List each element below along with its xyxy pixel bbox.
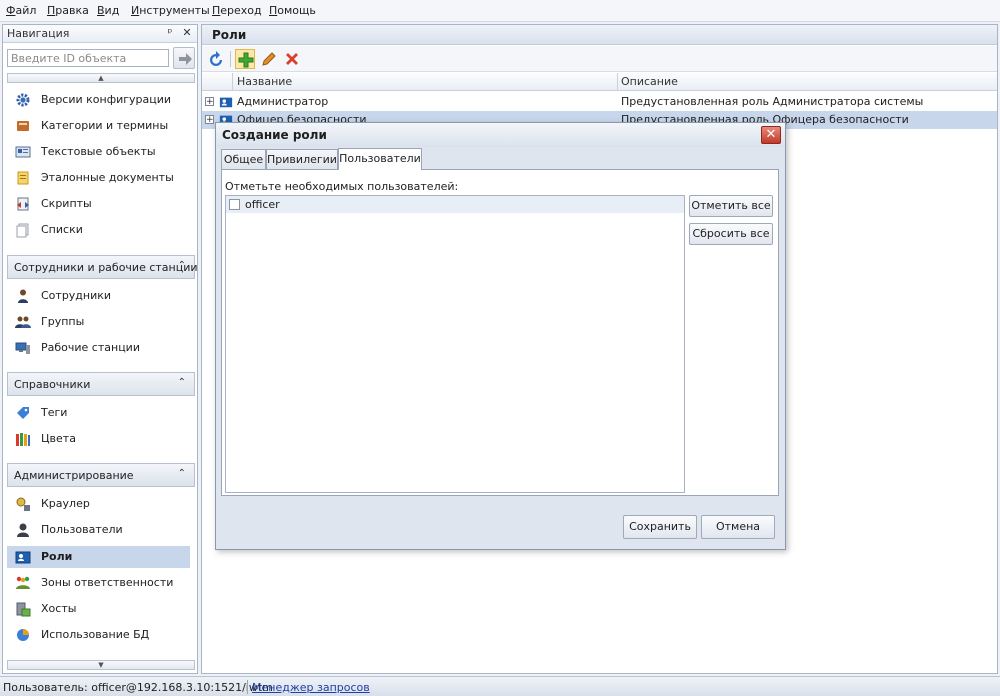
book-icon — [17, 121, 29, 131]
user-icon — [17, 523, 29, 537]
expand-icon[interactable]: + — [205, 97, 214, 107]
document-icon — [17, 171, 29, 185]
dialog-title: Создание роли — [222, 128, 327, 142]
navigation-panel: Навигация ᵖ ✕ ▲ Версии конфигурации Кате… — [2, 24, 198, 674]
plus-icon — [238, 52, 254, 68]
nav-item-colors[interactable]: Цвета — [7, 428, 190, 450]
go-button[interactable] — [173, 47, 195, 69]
group-header-references[interactable]: Справочники ⌃ — [7, 372, 195, 396]
nav-item-responsibility-zones[interactable]: Зоны ответственности — [7, 572, 190, 594]
nav-item-crawler[interactable]: Краулер — [7, 493, 190, 515]
close-icon[interactable]: ✕ — [180, 26, 194, 40]
menu-tools[interactable]: Инструменты — [131, 4, 210, 17]
table-row[interactable]: + Администратор Предустановленная роль А… — [202, 93, 997, 111]
panel-title: Роли — [212, 28, 247, 42]
chevron-up-icon: ⌃ — [177, 468, 186, 479]
tab-content: Отметьте необходимых пользователей: offi… — [221, 169, 779, 496]
add-button[interactable] — [235, 49, 255, 69]
nav-item-categories[interactable]: Категории и термины — [7, 115, 190, 137]
pin-icon[interactable]: ᵖ — [163, 26, 177, 40]
column-header-description[interactable]: Описание — [621, 75, 678, 88]
colors-icon — [16, 433, 30, 446]
chevron-up-icon: ⌃ — [177, 377, 186, 388]
script-icon — [17, 197, 29, 211]
object-id-input[interactable] — [7, 49, 169, 67]
edit-button[interactable] — [259, 49, 279, 69]
navigation-title: Навигация — [7, 27, 70, 40]
cancel-button[interactable]: Отмена — [701, 515, 775, 539]
tag-icon — [17, 407, 29, 419]
expand-icon[interactable]: + — [205, 115, 214, 125]
column-divider — [232, 73, 233, 91]
nav-item-roles[interactable]: Роли — [7, 546, 190, 568]
nav-item-lists[interactable]: Списки — [7, 219, 190, 241]
nav-item-scripts[interactable]: Скрипты — [7, 193, 190, 215]
chevron-up-icon: ⌃ — [177, 260, 186, 271]
reset-all-button[interactable]: Сбросить все — [689, 223, 773, 245]
column-divider — [617, 73, 618, 91]
roles-toolbar — [202, 46, 997, 72]
check-all-button[interactable]: Отметить все — [689, 195, 773, 217]
delete-button[interactable] — [282, 49, 302, 69]
users-list: officer — [225, 195, 685, 493]
arrow-right-icon — [179, 53, 192, 65]
text-object-icon — [15, 146, 31, 158]
nav-item-config-versions[interactable]: Версии конфигурации — [7, 89, 190, 111]
dialog-title-bar: Создание роли ✕ — [216, 123, 785, 147]
crawler-icon — [16, 497, 30, 511]
menu-help[interactable]: Помощь — [269, 4, 316, 17]
nav-item-workstations[interactable]: Рабочие станции — [7, 337, 190, 359]
tab-general[interactable]: Общее — [221, 149, 266, 169]
scroll-up-button[interactable]: ▲ — [7, 73, 195, 83]
status-bar: Пользователь: officer@192.168.3.10:1521/… — [0, 676, 1000, 696]
gear-icon — [16, 93, 30, 107]
roles-panel-header: Роли — [202, 25, 997, 45]
workstation-icon — [15, 342, 30, 354]
create-role-dialog: Создание роли ✕ Общее Привилегии Пользов… — [215, 122, 786, 550]
nav-item-database-usage[interactable]: Использование БД — [7, 624, 190, 646]
list-icon — [16, 223, 29, 238]
nav-item-tags[interactable]: Теги — [7, 402, 190, 424]
nav-item-reference-documents[interactable]: Эталонные документы — [7, 167, 190, 189]
hosts-icon — [16, 602, 31, 617]
navigation-header: Навигация ᵖ ✕ — [3, 25, 197, 43]
grid-header: Название Описание — [202, 73, 997, 91]
zones-icon — [16, 576, 30, 589]
column-header-name[interactable]: Название — [237, 75, 292, 88]
menu-navigate[interactable]: Переход — [212, 4, 262, 17]
close-icon[interactable]: ✕ — [761, 126, 781, 144]
toolbar-separator — [230, 51, 231, 67]
save-button[interactable]: Сохранить — [623, 515, 697, 539]
query-manager-link[interactable]: Менеджер запросов — [252, 681, 370, 694]
role-icon — [15, 551, 31, 564]
group-icon — [15, 316, 31, 328]
nav-item-employees[interactable]: Сотрудники — [7, 285, 190, 307]
scroll-down-button[interactable]: ▼ — [7, 660, 195, 670]
tab-privileges[interactable]: Привилегии — [266, 149, 338, 169]
database-icon — [17, 629, 29, 641]
status-separator — [247, 680, 248, 694]
menu-bar: Файл Правка Вид Инструменты Переход Помо… — [0, 0, 1000, 22]
list-item[interactable]: officer — [226, 196, 684, 213]
refresh-button[interactable] — [206, 49, 226, 69]
tab-users[interactable]: Пользователи — [338, 148, 422, 170]
user-checkbox[interactable] — [229, 199, 240, 210]
menu-edit[interactable]: Правка — [47, 4, 89, 17]
nav-item-users[interactable]: Пользователи — [7, 519, 190, 541]
menu-view[interactable]: Вид — [97, 4, 119, 17]
nav-item-hosts[interactable]: Хосты — [7, 598, 190, 620]
nav-item-groups[interactable]: Группы — [7, 311, 190, 333]
group-header-employees[interactable]: Сотрудники и рабочие станции ⌃ — [7, 255, 198, 279]
menu-file[interactable]: Файл — [6, 4, 36, 17]
status-user: Пользователь: officer@192.168.3.10:1521/… — [3, 681, 273, 694]
role-icon — [219, 97, 233, 108]
nav-item-text-objects[interactable]: Текстовые объекты — [7, 141, 190, 163]
users-label: Отметьте необходимых пользователей: — [225, 180, 459, 193]
group-header-administration[interactable]: Администрирование ⌃ — [7, 463, 195, 487]
pencil-icon — [262, 52, 276, 66]
refresh-icon — [210, 51, 222, 66]
employee-icon — [18, 289, 28, 303]
delete-icon — [286, 53, 298, 65]
